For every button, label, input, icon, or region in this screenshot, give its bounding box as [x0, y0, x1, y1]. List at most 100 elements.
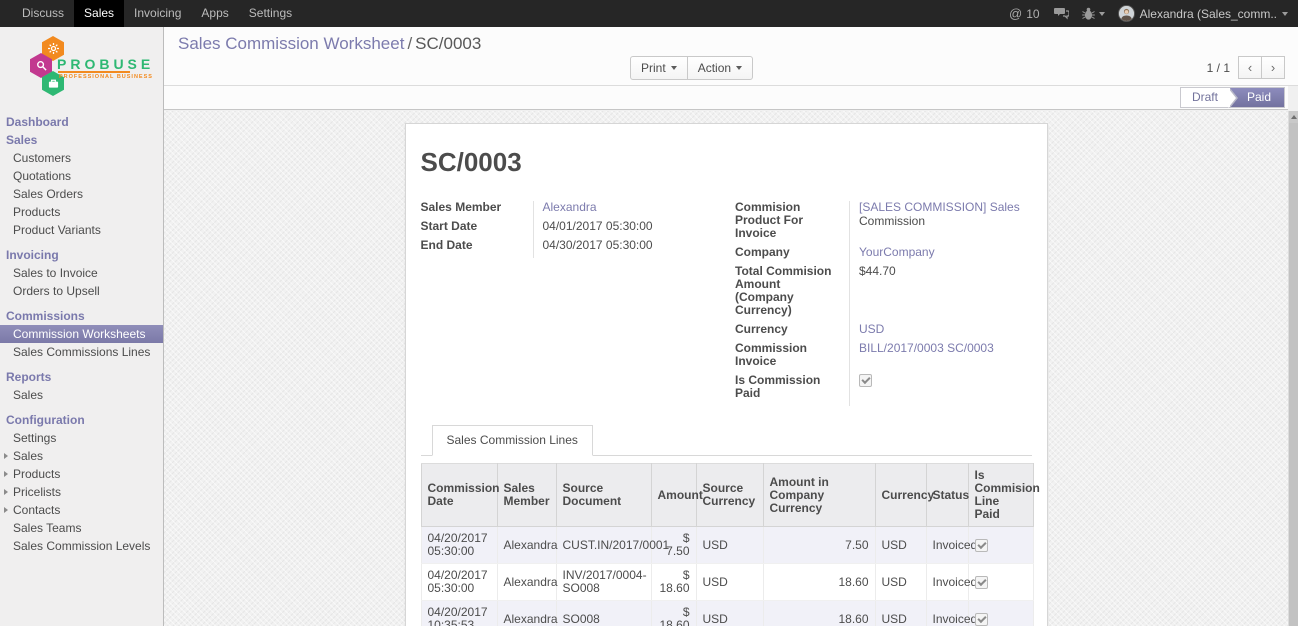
field-label-start-date: Start Date [421, 220, 533, 239]
col-commission-date[interactable]: Commission Date [421, 464, 497, 527]
caret-right-icon [4, 507, 8, 513]
line-paid-checkbox [975, 576, 988, 589]
control-panel: Sales Commission Worksheet/SC/0003 Print… [164, 27, 1298, 86]
debug-menu[interactable] [1082, 7, 1105, 21]
sidebar-item-config-pricelists[interactable]: Pricelists [0, 483, 163, 501]
action-button[interactable]: Action [687, 56, 753, 80]
notebook: Sales Commission Lines Commission Date S… [421, 425, 1032, 626]
cell-source: SO008 [556, 601, 651, 626]
sidebar-item-label: Products [13, 467, 60, 481]
sidebar-item-config-sales[interactable]: Sales [0, 447, 163, 465]
sidebar-item-customers[interactable]: Customers [0, 149, 163, 167]
cell-source-currency: USD [696, 564, 763, 601]
cell-status: Invoiced [926, 601, 968, 626]
messages-icon[interactable] [1053, 7, 1069, 20]
tab-sales-commission-lines[interactable]: Sales Commission Lines [432, 425, 593, 456]
sidebar-item-reports-sales[interactable]: Sales [0, 386, 163, 404]
sidebar-item-config-products[interactable]: Products [0, 465, 163, 483]
field-value-end-date: 04/30/2017 05:30:00 [533, 239, 718, 258]
field-value-company[interactable]: YourCompany [859, 245, 935, 259]
cell-source: CUST.IN/2017/0001 [556, 527, 651, 564]
sidebar-item-product-variants[interactable]: Product Variants [0, 221, 163, 239]
status-step-paid[interactable]: Paid [1230, 88, 1284, 107]
field-value-commission-invoice[interactable]: BILL/2017/0003 SC/0003 [859, 341, 994, 355]
cell-amount-company: 7.50 [763, 527, 875, 564]
mention-counter[interactable]: @ 10 [1009, 6, 1040, 21]
table-row[interactable]: 04/20/2017 05:30:00 Alexandra CUST.IN/20… [421, 527, 1033, 564]
sidebar-header-sales[interactable]: Sales [0, 131, 163, 149]
statusbar: Draft Paid [164, 86, 1288, 110]
nav-sales[interactable]: Sales [74, 0, 124, 27]
action-buttons: Print Action [630, 56, 753, 80]
nav-apps[interactable]: Apps [191, 0, 238, 27]
col-status[interactable]: Status [926, 464, 968, 527]
sidebar-item-orders-to-upsell[interactable]: Orders to Upsell [0, 282, 163, 300]
sidebar-item-sales-teams[interactable]: Sales Teams [0, 519, 163, 537]
field-label-total-commission-amount: Total Commision Amount (Company Currency… [735, 265, 849, 323]
field-value-start-date: 04/01/2017 05:30:00 [533, 220, 718, 239]
user-menu[interactable]: Alexandra (Sales_comm.. [1118, 5, 1288, 22]
table-header-row: Commission Date Sales Member Source Docu… [421, 464, 1033, 527]
action-label: Action [698, 57, 731, 79]
logo-tagline: PROFESSIONAL BUSINESS [59, 74, 153, 80]
pager-previous-button[interactable]: ‹ [1238, 56, 1262, 79]
col-source-currency[interactable]: Source Currency [696, 464, 763, 527]
caret-down-icon [671, 66, 677, 70]
field-value-commission-product-rest: Commission [859, 215, 1028, 228]
caret-down-icon [1282, 12, 1288, 16]
sidebar-header-reports[interactable]: Reports [0, 368, 163, 386]
col-is-commission-line-paid[interactable]: Is Commision Line Paid [968, 464, 1033, 527]
cell-member: Alexandra [497, 564, 556, 601]
status-step-draft[interactable]: Draft [1181, 88, 1230, 107]
sidebar-item-sales-orders[interactable]: Sales Orders [0, 185, 163, 203]
caret-right-icon [4, 471, 8, 477]
cell-currency: USD [875, 601, 926, 626]
main-menu: Discuss Sales Invoicing Apps Settings [0, 0, 302, 27]
sidebar-header-configuration[interactable]: Configuration [0, 411, 163, 429]
field-value-currency[interactable]: USD [859, 322, 884, 336]
table-row[interactable]: 04/20/2017 05:30:00 Alexandra INV/2017/0… [421, 564, 1033, 601]
scrollbar-thumb[interactable] [1289, 123, 1298, 626]
sidebar-item-sales-commission-levels[interactable]: Sales Commission Levels [0, 537, 163, 555]
cell-source-currency: USD [696, 527, 763, 564]
line-paid-checkbox [975, 539, 988, 552]
print-button[interactable]: Print [630, 56, 688, 80]
col-amount[interactable]: Amount [651, 464, 696, 527]
sidebar-item-products[interactable]: Products [0, 203, 163, 221]
mention-icon: @ [1009, 6, 1022, 21]
table-row[interactable]: 04/20/2017 10:35:53 Alexandra SO008 $ 18… [421, 601, 1033, 626]
topbar-systray: @ 10 [1009, 0, 1298, 27]
field-label-currency: Currency [735, 323, 849, 342]
scrollbar-up-icon[interactable] [1289, 111, 1298, 123]
nav-discuss[interactable]: Discuss [12, 0, 74, 27]
sidebar-item-config-contacts[interactable]: Contacts [0, 501, 163, 519]
sidebar-item-settings[interactable]: Settings [0, 429, 163, 447]
breadcrumb-parent-link[interactable]: Sales Commission Worksheet [178, 34, 404, 53]
sidebar-item-quotations[interactable]: Quotations [0, 167, 163, 185]
cell-date: 04/20/2017 05:30:00 [421, 527, 497, 564]
print-label: Print [641, 57, 666, 79]
probuse-logo[interactable]: PROBUSE PROFESSIONAL BUSINESS [0, 33, 163, 105]
vertical-scrollbar[interactable] [1288, 111, 1298, 626]
sidebar-header-invoicing[interactable]: Invoicing [0, 246, 163, 264]
col-sales-member[interactable]: Sales Member [497, 464, 556, 527]
sidebar-header-commissions[interactable]: Commissions [0, 307, 163, 325]
sidebar-item-commission-worksheets[interactable]: Commission Worksheets [0, 325, 163, 343]
field-label-end-date: End Date [421, 239, 533, 258]
col-amount-company-currency[interactable]: Amount in Company Currency [763, 464, 875, 527]
field-value-commission-product-link[interactable]: [SALES COMMISSION] Sales [859, 200, 1020, 214]
record-title: SC/0003 [421, 147, 1032, 178]
commission-lines-table: Commission Date Sales Member Source Docu… [421, 463, 1034, 626]
sidebar-item-sales-commissions-lines[interactable]: Sales Commissions Lines [0, 343, 163, 361]
sidebar-item-sales-to-invoice[interactable]: Sales to Invoice [0, 264, 163, 282]
col-currency[interactable]: Currency [875, 464, 926, 527]
cell-currency: USD [875, 564, 926, 601]
sidebar-item-label: Pricelists [13, 485, 61, 499]
col-source-document[interactable]: Source Document [556, 464, 651, 527]
sidebar-header-dashboard[interactable]: Dashboard [0, 113, 163, 131]
field-value-sales-member[interactable]: Alexandra [543, 200, 597, 214]
nav-invoicing[interactable]: Invoicing [124, 0, 191, 27]
line-paid-checkbox [975, 613, 988, 626]
nav-settings[interactable]: Settings [239, 0, 302, 27]
pager-next-button[interactable]: › [1261, 56, 1285, 79]
